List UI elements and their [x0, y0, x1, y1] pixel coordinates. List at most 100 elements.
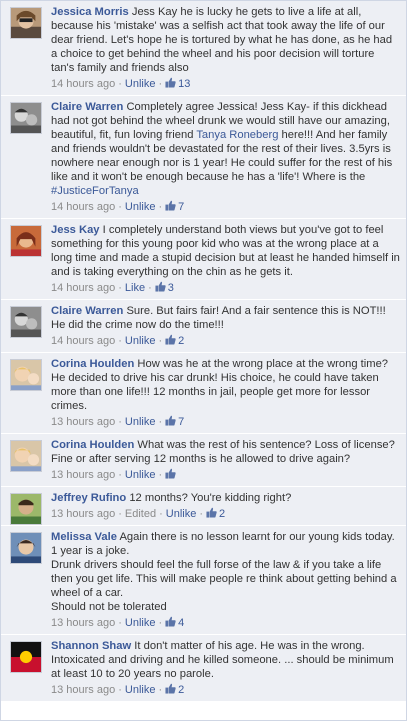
like-count-value: 2 [178, 684, 185, 696]
separator: · [118, 684, 122, 696]
thumbs-up-icon [165, 415, 176, 426]
hashtag-link[interactable]: #JusticeForTanya [51, 185, 139, 197]
comment: Claire Warren Sure. But fairs fair! And … [1, 300, 406, 353]
separator: · [158, 617, 163, 629]
comment: Claire Warren Completely agree Jessica! … [1, 96, 406, 219]
comment: Melissa Vale Again there is no lesson le… [1, 526, 406, 635]
separator: · [158, 78, 163, 90]
separator: · [118, 508, 122, 520]
comment-timestamp[interactable]: 14 hours ago [51, 282, 115, 294]
separator: · [158, 684, 163, 696]
unlike-link[interactable]: Unlike [125, 201, 156, 213]
comment-timestamp[interactable]: 13 hours ago [51, 508, 115, 520]
separator: · [118, 282, 122, 294]
separator: · [118, 469, 122, 481]
like-count[interactable]: 2 [165, 683, 185, 696]
comment-text: Again there is no lesson learnt for our … [51, 531, 397, 613]
like-link[interactable]: Like [125, 282, 145, 294]
comment-text: I completely understand both views but y… [51, 224, 400, 278]
comment-text: 12 months? You're kidding right? [129, 492, 292, 504]
comment-timestamp[interactable]: 13 hours ago [51, 684, 115, 696]
avatar[interactable] [10, 641, 42, 673]
comment-author[interactable]: Corina Houlden [51, 439, 134, 451]
like-count-value: 2 [219, 508, 226, 520]
avatar[interactable] [10, 7, 42, 39]
comment-author[interactable]: Jeffrey Rufino [51, 492, 126, 504]
unlike-link[interactable]: Unlike [125, 684, 156, 696]
comment-author[interactable]: Jessica Morris [51, 6, 129, 18]
thumbs-up-icon [165, 77, 176, 88]
like-count-value: 7 [178, 416, 185, 428]
comment-timestamp[interactable]: 14 hours ago [51, 78, 115, 90]
comment-author[interactable]: Shannon Shaw [51, 640, 131, 652]
avatar[interactable] [10, 102, 42, 134]
comment-author[interactable]: Claire Warren [51, 305, 123, 317]
like-count[interactable]: 3 [155, 281, 174, 294]
avatar[interactable] [10, 532, 42, 564]
comment-author[interactable]: Melissa Vale [51, 531, 117, 543]
comment-meta: 13 hours ago · Unlike · 4 [51, 616, 400, 630]
like-count[interactable]: 2 [165, 334, 185, 347]
thumbs-up-icon [165, 334, 176, 345]
comment-meta: 14 hours ago · Unlike · 13 [51, 77, 400, 91]
like-count-value: 2 [178, 335, 185, 347]
thumbs-up-icon [165, 200, 176, 211]
edited-label[interactable]: Edited [125, 508, 156, 520]
like-count[interactable]: 7 [165, 415, 185, 428]
comment-meta: 13 hours ago · Edited · Unlike · 2 [51, 507, 400, 521]
comment-author[interactable]: Claire Warren [51, 101, 123, 113]
thumbs-up-icon [165, 616, 176, 627]
separator: · [148, 282, 152, 294]
like-count-value: 13 [178, 78, 191, 90]
separator: · [118, 78, 122, 90]
separator: · [118, 335, 122, 347]
thumbs-up-icon [165, 468, 176, 479]
separator: · [159, 508, 163, 520]
separator: · [118, 617, 122, 629]
separator: · [118, 201, 122, 213]
thumbs-up-icon [155, 281, 166, 292]
comment: Corina Houlden How was he at the wrong p… [1, 353, 406, 434]
avatar[interactable] [10, 440, 42, 472]
avatar[interactable] [10, 306, 42, 338]
comment-timestamp[interactable]: 13 hours ago [51, 416, 115, 428]
like-count[interactable] [165, 468, 178, 481]
thumbs-up-icon [206, 507, 217, 518]
comment-timestamp[interactable]: 13 hours ago [51, 617, 115, 629]
avatar[interactable] [10, 359, 42, 391]
comment-timestamp[interactable]: 13 hours ago [51, 469, 115, 481]
comment-author[interactable]: Jess Kay [51, 224, 100, 236]
separator: · [118, 416, 122, 428]
comment-meta: 13 hours ago · Unlike · 7 [51, 415, 400, 429]
comment-author[interactable]: Corina Houlden [51, 358, 134, 370]
separator: · [158, 201, 163, 213]
comment-meta: 14 hours ago · Unlike · 7 [51, 200, 400, 214]
like-count-value: 7 [178, 201, 185, 213]
unlike-link[interactable]: Unlike [125, 335, 156, 347]
comment-timestamp[interactable]: 14 hours ago [51, 335, 115, 347]
comment-timestamp[interactable]: 14 hours ago [51, 201, 115, 213]
comment-list: Jessica Morris Jess Kay he is lucky he g… [0, 0, 407, 721]
unlike-link[interactable]: Unlike [125, 469, 156, 481]
comment: Corina Houlden What was the rest of his … [1, 434, 406, 487]
unlike-link[interactable]: Unlike [125, 416, 156, 428]
separator: · [158, 335, 163, 347]
unlike-link[interactable]: Unlike [166, 508, 197, 520]
like-count[interactable]: 13 [165, 77, 191, 90]
avatar[interactable] [10, 225, 42, 257]
comment-meta: 13 hours ago · Unlike · 2 [51, 683, 400, 697]
unlike-link[interactable]: Unlike [125, 617, 156, 629]
like-count-value: 4 [178, 617, 185, 629]
comment-meta: 14 hours ago · Unlike · 2 [51, 334, 400, 348]
like-count[interactable]: 7 [165, 200, 185, 213]
comment: Jess Kay I completely understand both vi… [1, 219, 406, 300]
separator: · [158, 469, 163, 481]
like-count[interactable]: 4 [165, 616, 185, 629]
avatar[interactable] [10, 493, 42, 525]
mention-link[interactable]: Tanya Roneberg [196, 129, 278, 141]
unlike-link[interactable]: Unlike [125, 78, 156, 90]
comment-meta: 14 hours ago · Like · 3 [51, 281, 400, 295]
like-count[interactable]: 2 [206, 507, 226, 520]
comment: Jeffrey Rufino 12 months? You're kidding… [1, 487, 406, 526]
comment: Jessica Morris Jess Kay he is lucky he g… [1, 1, 406, 96]
